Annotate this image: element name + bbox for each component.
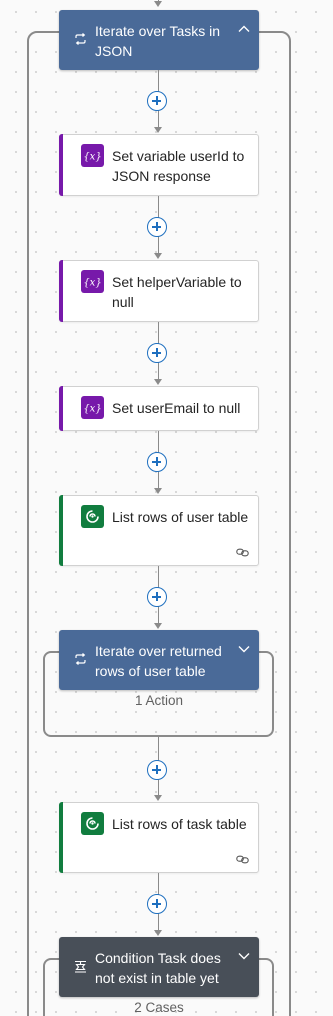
- add-step-button[interactable]: [147, 587, 167, 607]
- add-step-button[interactable]: [147, 760, 167, 780]
- variable-icon: {x}: [81, 144, 104, 167]
- chevron-up-icon[interactable]: [237, 22, 251, 36]
- condition-header[interactable]: Condition Task does not exist in table y…: [59, 937, 259, 997]
- condition-title: Condition Task does not exist in table y…: [95, 950, 221, 986]
- connector-arrow: [154, 488, 162, 494]
- link-icon: [235, 853, 249, 865]
- add-step-button[interactable]: [147, 91, 167, 111]
- flow-canvas: Iterate over Tasks in JSON {x} Set varia…: [0, 0, 333, 1016]
- action-title: Set variable userId to JSON response: [112, 148, 245, 184]
- action-title: Set helperVariable to null: [112, 274, 242, 310]
- connector-arrow: [154, 623, 162, 629]
- set-useremail-action-card[interactable]: {x} Set userEmail to null: [59, 386, 259, 431]
- add-step-button[interactable]: [147, 894, 167, 914]
- card-accent-stripe: [59, 134, 63, 196]
- condition-case-count[interactable]: 2 Cases: [59, 1000, 259, 1015]
- condition-icon: [73, 959, 87, 973]
- outer-loop-header[interactable]: Iterate over Tasks in JSON: [59, 10, 259, 70]
- loop-icon: [73, 652, 87, 666]
- connector-arrow: [154, 127, 162, 133]
- variable-icon: {x}: [81, 396, 104, 419]
- action-title: Set userEmail to null: [112, 400, 241, 416]
- chevron-down-icon[interactable]: [237, 642, 251, 656]
- connector-arrow: [154, 930, 162, 936]
- add-step-button[interactable]: [147, 452, 167, 472]
- inner-loop-title: Iterate over returned rows of user table: [95, 643, 222, 679]
- link-icon: [235, 546, 249, 558]
- outer-loop-title: Iterate over Tasks in JSON: [95, 23, 221, 59]
- connector-arrow: [154, 1, 162, 7]
- dataverse-icon: [81, 812, 104, 835]
- chevron-down-icon[interactable]: [237, 949, 251, 963]
- inner-loop-action-count[interactable]: 1 Action: [59, 693, 259, 708]
- list-task-rows-action-card[interactable]: List rows of task table: [59, 802, 259, 873]
- svg-text:{x}: {x}: [84, 403, 101, 414]
- add-step-button[interactable]: [147, 343, 167, 363]
- card-accent-stripe: [59, 495, 63, 566]
- variable-icon: {x}: [81, 270, 104, 293]
- inner-loop-header[interactable]: Iterate over returned rows of user table: [59, 630, 259, 690]
- connector-arrow: [154, 795, 162, 801]
- svg-text:{x}: {x}: [84, 277, 101, 288]
- list-user-rows-action-card[interactable]: List rows of user table: [59, 495, 259, 566]
- add-step-button[interactable]: [147, 217, 167, 237]
- action-title: List rows of task table: [112, 816, 247, 832]
- set-helpervariable-action-card[interactable]: {x} Set helperVariable to null: [59, 260, 259, 322]
- loop-icon: [73, 32, 87, 46]
- action-title: List rows of user table: [112, 509, 249, 525]
- card-accent-stripe: [59, 386, 63, 431]
- set-userid-action-card[interactable]: {x} Set variable userId to JSON response: [59, 134, 259, 196]
- connector-arrow: [154, 253, 162, 259]
- card-accent-stripe: [59, 260, 63, 322]
- dataverse-icon: [81, 505, 104, 528]
- svg-text:{x}: {x}: [84, 151, 101, 162]
- connector-arrow: [154, 379, 162, 385]
- card-accent-stripe: [59, 802, 63, 873]
